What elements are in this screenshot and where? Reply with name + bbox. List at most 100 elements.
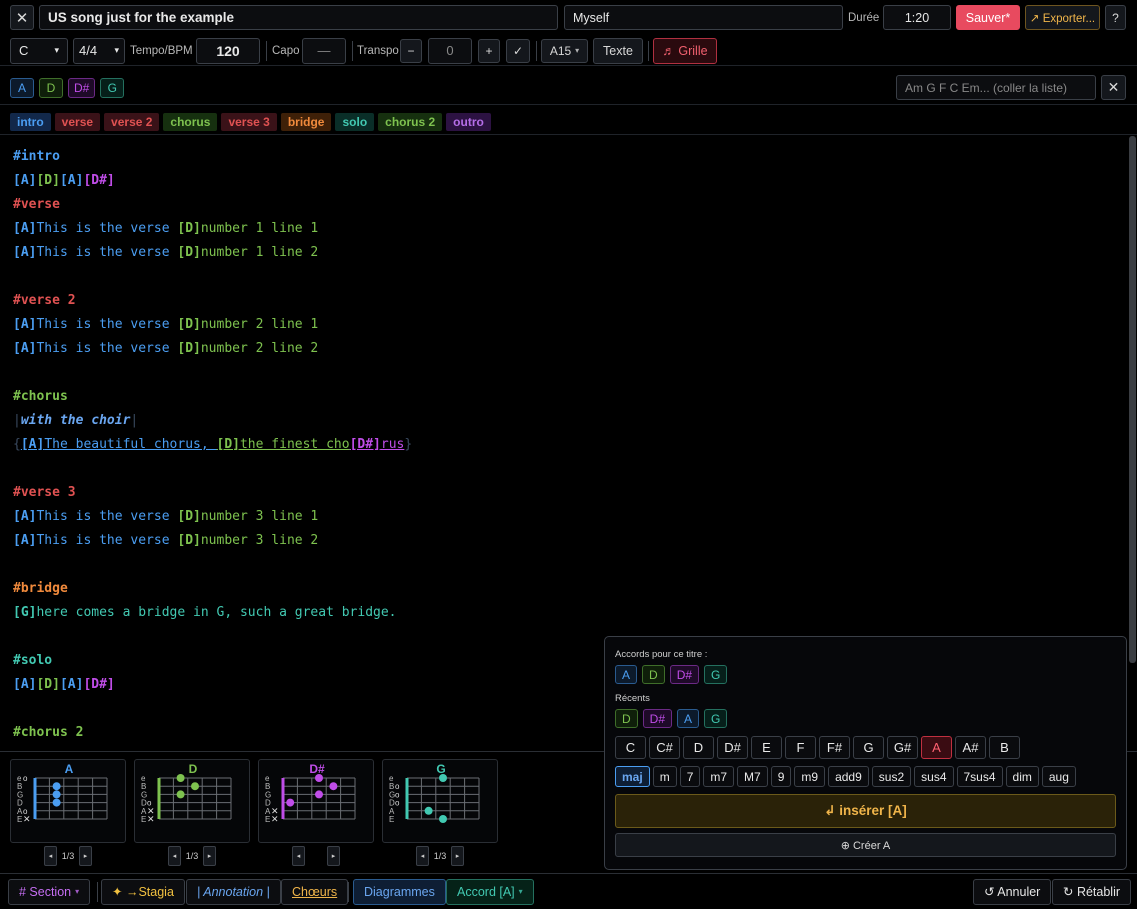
chord-chip-g[interactable]: G [704,709,728,728]
clear-chords-button[interactable]: ✕ [1101,75,1126,100]
chord-chip-ds[interactable]: D# [68,77,96,98]
time-signature-select[interactable]: 4/4 ▾ [73,37,125,64]
editor-line[interactable]: [A]This is the verse [D]number 3 line 2 [13,531,1137,555]
root-button-cs[interactable]: C# [649,736,680,759]
root-button-b[interactable]: B [989,736,1020,759]
grid-mode-button[interactable]: ♬ Grille [653,37,717,64]
transpose-apply-button[interactable]: ✓ [506,38,530,63]
quality-button-m9[interactable]: m9 [794,766,826,787]
accord-button[interactable]: Accord [A] ▾ [446,878,534,905]
root-button-gs[interactable]: G# [887,736,918,759]
section-tag-outro[interactable]: outro [446,112,491,131]
editor-line[interactable]: #chorus [13,387,1137,411]
section-tag-bridge[interactable]: bridge [280,112,332,131]
chord-diagram-g[interactable]: GeBoGoDoAE [382,759,498,843]
root-button-fs[interactable]: F# [819,736,850,759]
editor-line[interactable] [13,459,1137,483]
editor-line[interactable] [13,267,1137,291]
editor-line[interactable]: |with the choir| [13,411,1137,435]
quality-button-aug[interactable]: aug [1041,766,1076,787]
section-tag-solo[interactable]: solo [335,112,375,131]
chord-chip-a[interactable]: A [615,665,638,684]
next-voicing-button[interactable]: ▸ [327,846,340,866]
prev-voicing-button[interactable]: ◂ [168,846,181,866]
next-voicing-button[interactable]: ▸ [450,846,464,866]
quality-button-sus2[interactable]: sus2 [871,766,912,787]
editor-line[interactable]: #verse 2 [13,291,1137,315]
create-chord-button[interactable]: ⊕ Créer A [615,833,1116,857]
chord-diagram-d[interactable]: De B G Do A ✕ E ✕ [134,759,250,843]
section-button[interactable]: # Section ▾ [8,878,91,905]
chord-paste-input[interactable]: Am G F C Em... (coller la liste) [896,75,1096,100]
song-title-input[interactable]: US song just for the example [39,5,558,30]
chord-chip-a[interactable]: A [677,709,700,728]
artist-input[interactable]: Myself [564,5,843,30]
quality-button-sus4[interactable]: sus4 [914,766,954,787]
transpose-up-button[interactable]: + [478,38,500,63]
editor-line[interactable]: [A]This is the verse [D]number 2 line 1 [13,315,1137,339]
editor-line[interactable]: [A]This is the verse [D]number 3 line 1 [13,507,1137,531]
prev-voicing-button[interactable]: ◂ [292,846,305,866]
root-button-c[interactable]: C [615,736,646,759]
key-select[interactable]: C ▾ [10,37,68,64]
quality-button-maj[interactable]: maj [615,766,650,787]
format-select[interactable]: A15 ▾ [541,38,588,63]
next-voicing-button[interactable]: ▸ [78,846,92,866]
editor-line[interactable]: #intro [13,147,1137,171]
root-button-ds[interactable]: D# [717,736,748,759]
transpose-down-button[interactable]: − [400,38,422,63]
annotation-button[interactable]: | Annotation | [186,878,281,905]
quality-button-m7[interactable]: M7 [737,766,768,787]
section-tag-chorus[interactable]: chorus [163,112,218,131]
transpose-input[interactable]: 0 [428,37,472,64]
diagrams-button[interactable]: Diagrammes [353,878,446,905]
editor-scrollbar[interactable] [1129,136,1136,663]
redo-button[interactable]: ↻ Rétablir [1052,878,1132,905]
editor-line[interactable]: [A]This is the verse [D]number 1 line 2 [13,243,1137,267]
quality-button-7sus4[interactable]: 7sus4 [956,766,1003,787]
chord-chip-d[interactable]: D [615,709,638,728]
text-mode-button[interactable]: Texte [593,37,643,64]
root-button-f[interactable]: F [785,736,816,759]
section-tag-verse-2[interactable]: verse 2 [104,112,160,131]
chord-chip-g[interactable]: G [100,77,125,98]
section-tag-chorus-2[interactable]: chorus 2 [378,112,443,131]
editor-line[interactable] [13,555,1137,579]
section-tag-verse[interactable]: verse [54,112,101,131]
editor-line[interactable]: [G]here comes a bridge in G, such a grea… [13,603,1137,627]
quality-button-9[interactable]: 9 [770,766,792,787]
root-button-d[interactable]: D [683,736,714,759]
section-tag-verse-3[interactable]: verse 3 [221,112,277,131]
editor-line[interactable]: #bridge [13,579,1137,603]
chord-chip-a[interactable]: A [10,77,34,98]
chord-chip-g[interactable]: G [704,665,728,684]
editor-line[interactable]: [A]This is the verse [D]number 1 line 1 [13,219,1137,243]
chord-chip-d[interactable]: D [39,77,63,98]
stagia-button[interactable]: ✦ →Stagia [101,878,185,905]
chord-diagram-a[interactable]: Ae o B G D Ao E ✕ [10,759,126,843]
quality-button-7[interactable]: 7 [679,766,701,787]
chord-diagram-ds[interactable]: D# e B G D A ✕ E ✕ [258,759,374,843]
root-button-as[interactable]: A# [955,736,986,759]
help-button[interactable]: ? [1105,5,1126,30]
chord-chip-ds[interactable]: D# [642,709,673,728]
root-button-g[interactable]: G [853,736,884,759]
chord-chip-d[interactable]: D [642,665,665,684]
prev-voicing-button[interactable]: ◂ [416,846,429,866]
editor-line[interactable]: [A][D][A][D#] [13,171,1137,195]
root-button-e[interactable]: E [751,736,782,759]
export-button[interactable]: ↗ Exporter... [1025,5,1100,30]
close-button[interactable]: ✕ [10,5,34,30]
capo-input[interactable]: — [302,37,346,64]
next-voicing-button[interactable]: ▸ [202,846,216,866]
editor-line[interactable] [13,363,1137,387]
tempo-input[interactable]: 120 [196,37,260,64]
undo-button[interactable]: ↺ Annuler [973,878,1052,905]
quality-button-m[interactable]: m [652,766,677,787]
prev-voicing-button[interactable]: ◂ [44,846,57,866]
editor-line[interactable]: {[A]The beautiful chorus, [D]the finest … [13,435,1137,459]
editor-line[interactable]: [A]This is the verse [D]number 2 line 2 [13,339,1137,363]
quality-button-m7[interactable]: m7 [703,766,735,787]
choeurs-button[interactable]: Chœurs [281,878,349,905]
quality-button-dim[interactable]: dim [1005,766,1039,787]
